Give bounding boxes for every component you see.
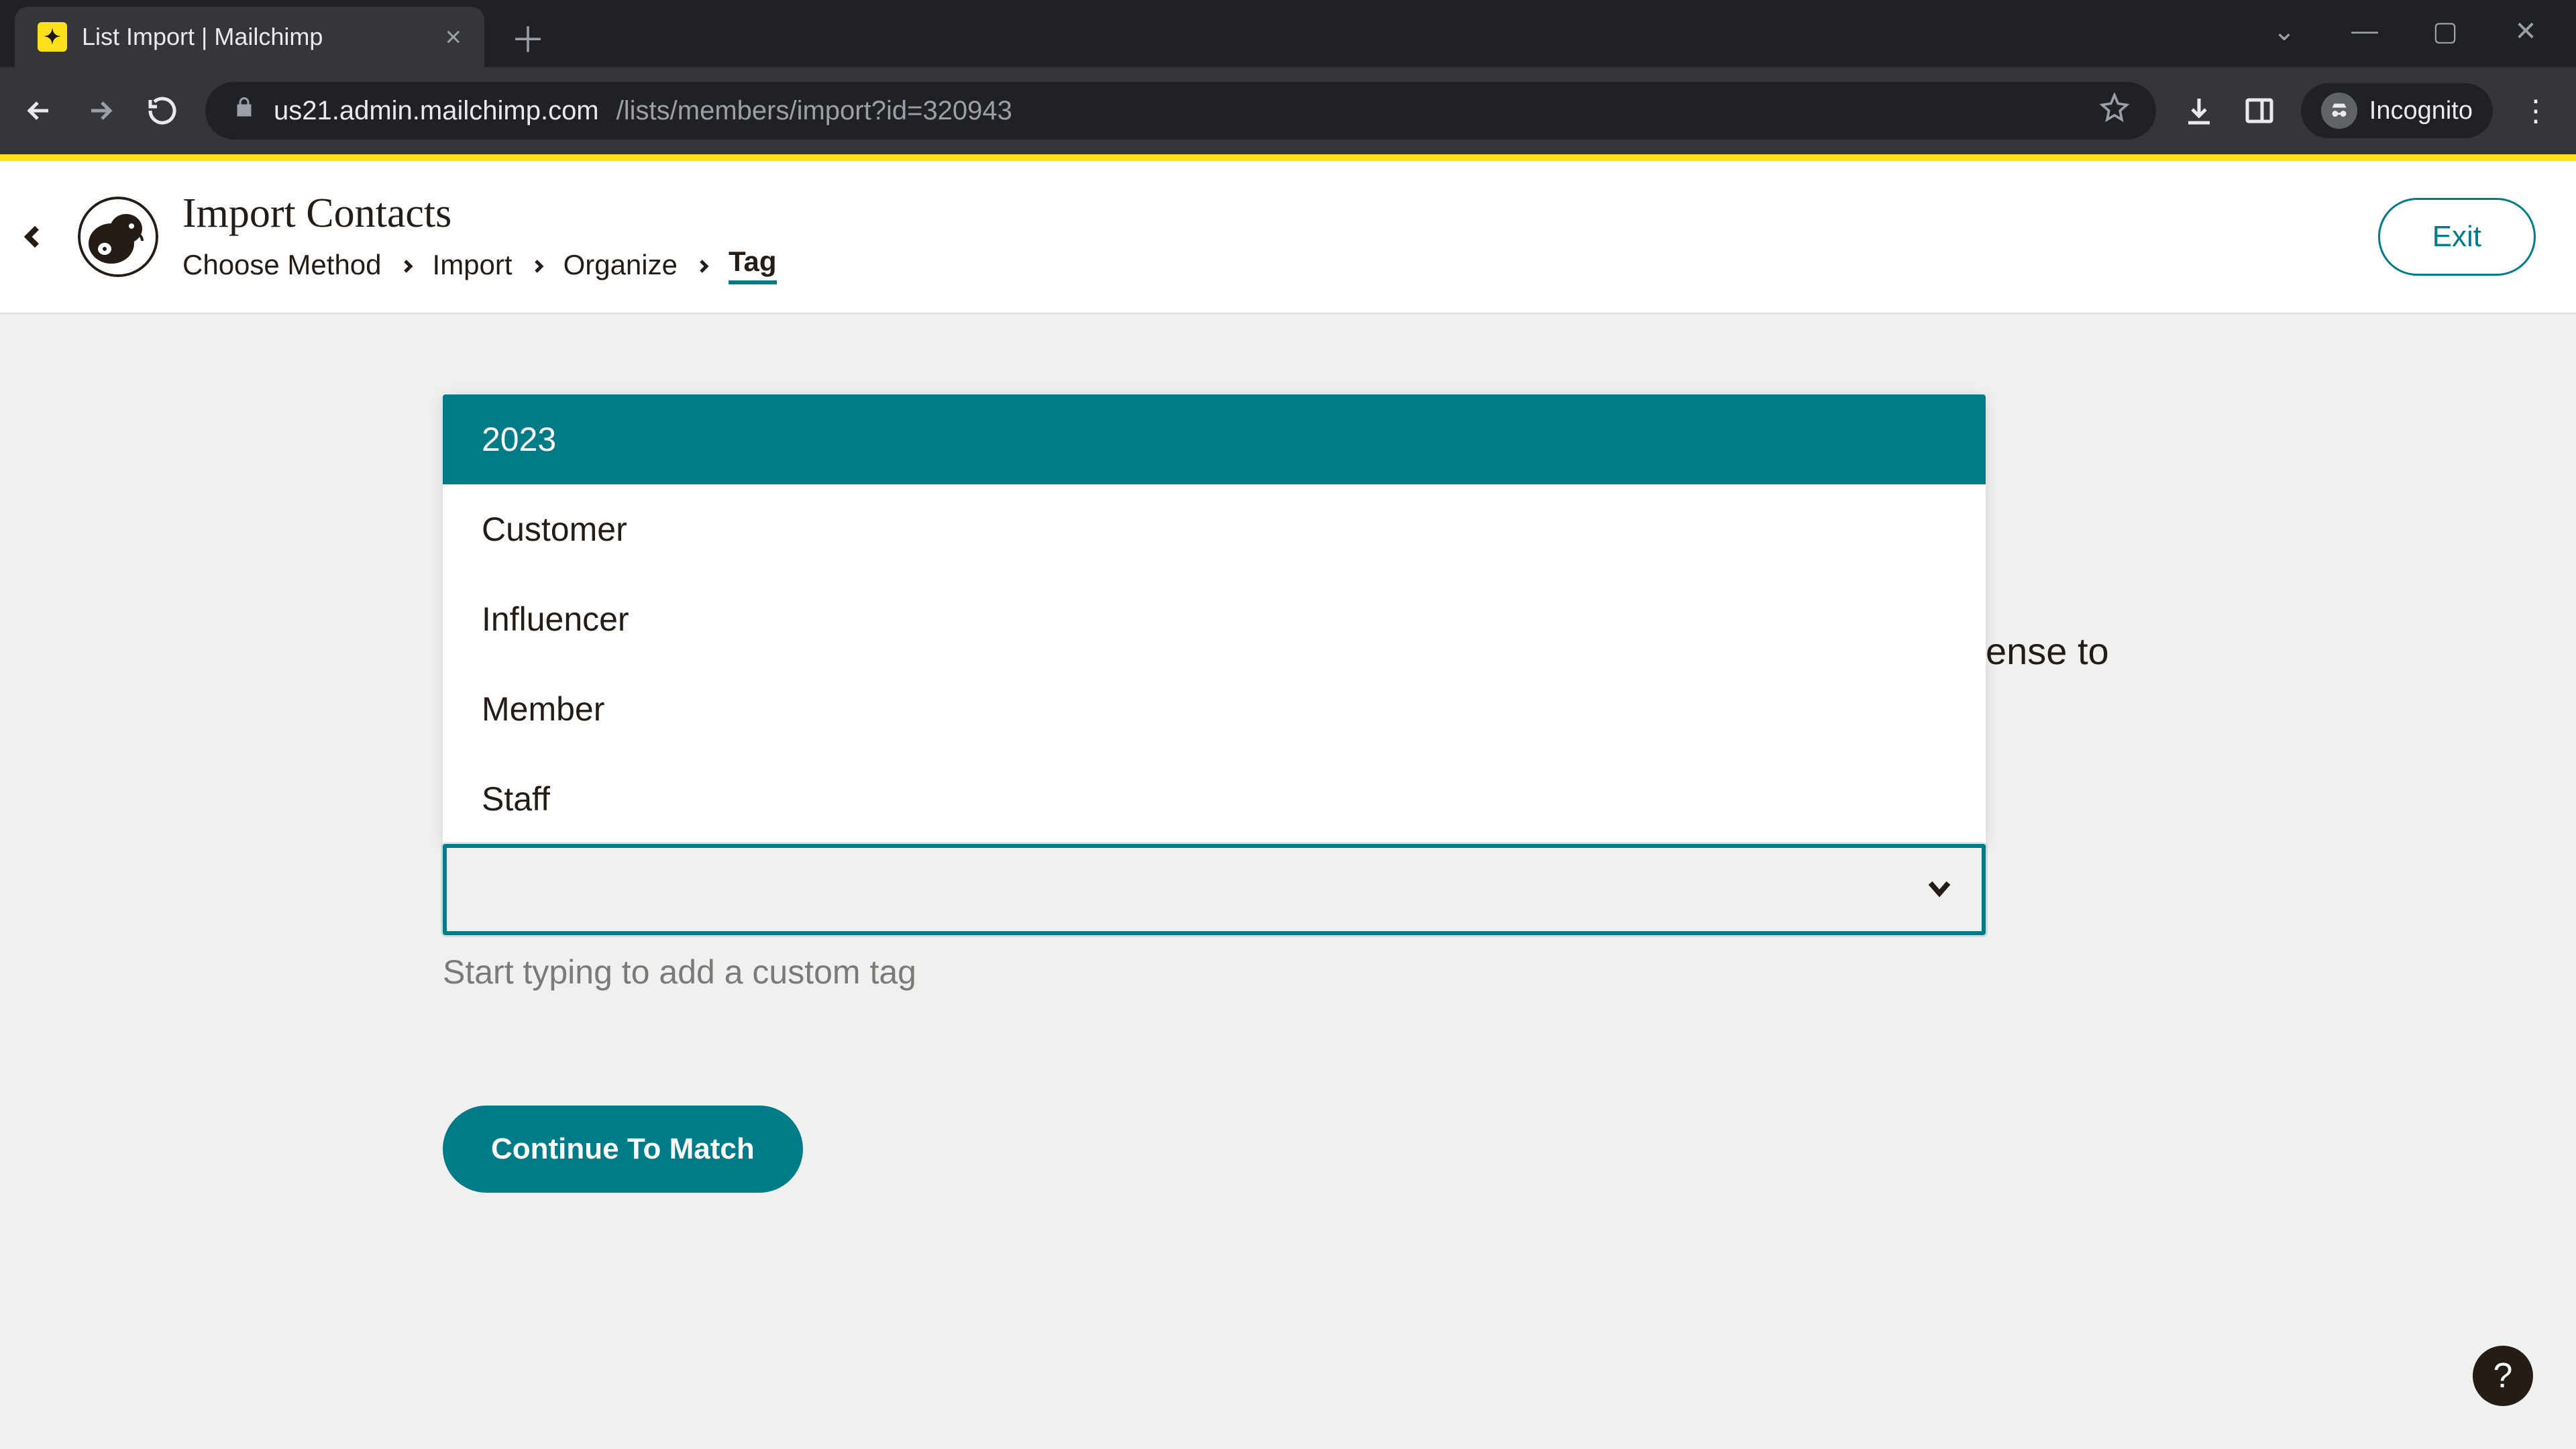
breadcrumb: Choose Method Import Organize Tag [182, 246, 777, 284]
browser-tab[interactable]: ✦ List Import | Mailchimp × [15, 7, 484, 67]
incognito-badge[interactable]: Incognito [2301, 83, 2493, 138]
chevron-right-icon [695, 249, 711, 281]
brand-stripe [0, 154, 2576, 161]
header-back-icon[interactable] [13, 217, 54, 257]
tabs-dropdown-icon[interactable]: ⌄ [2267, 16, 2301, 47]
tag-dropdown-listbox[interactable]: 2023CustomerInfluencerMemberStaff [443, 394, 1986, 844]
tag-option[interactable]: Member [443, 664, 1986, 754]
tab-title: List Import | Mailchimp [82, 23, 430, 51]
app-header: Import Contacts Choose Method Import Organ… [0, 161, 2576, 314]
tag-option[interactable]: Staff [443, 754, 1986, 844]
mailchimp-favicon: ✦ [38, 22, 67, 52]
browser-toolbar: us21.admin.mailchimp.com/lists/members/i… [0, 67, 2576, 154]
window-controls: ⌄ ― ▢ ✕ [2267, 16, 2576, 67]
incognito-avatar-icon [2321, 93, 2357, 129]
chevron-right-icon [530, 249, 546, 281]
new-tab-button[interactable]: ＋ [504, 13, 551, 60]
browser-forward-icon[interactable] [82, 92, 119, 129]
breadcrumb-step[interactable]: Tag [729, 246, 777, 284]
url-path: /lists/members/import?id=320943 [616, 96, 1012, 126]
tag-helper-text: Start typing to add a custom tag [443, 953, 2133, 991]
tag-option[interactable]: Customer [443, 484, 1986, 574]
close-window-icon[interactable]: ✕ [2509, 16, 2542, 47]
breadcrumb-step[interactable]: Import [433, 249, 513, 281]
page-viewport: Import Contacts Choose Method Import Organ… [0, 154, 2576, 1449]
chevron-right-icon [399, 249, 415, 281]
page-title: Import Contacts [182, 190, 777, 237]
lock-icon [232, 95, 256, 126]
minimize-icon[interactable]: ― [2348, 16, 2381, 47]
downloads-icon[interactable] [2180, 92, 2218, 129]
exit-button[interactable]: Exit [2378, 198, 2536, 276]
browser-reload-icon[interactable] [144, 92, 181, 129]
sidepanel-icon[interactable] [2241, 92, 2278, 129]
mailchimp-logo[interactable] [78, 197, 158, 277]
incognito-label: Incognito [2369, 97, 2473, 125]
help-fab[interactable]: ? [2473, 1346, 2533, 1406]
tag-option[interactable]: Influencer [443, 574, 1986, 664]
continue-button[interactable]: Continue To Match [443, 1106, 803, 1193]
url-host: us21.admin.mailchimp.com [274, 96, 599, 126]
tag-input[interactable] [474, 871, 1924, 908]
close-tab-icon[interactable]: × [445, 23, 462, 51]
browser-back-icon[interactable] [20, 92, 58, 129]
tag-combobox[interactable] [443, 844, 1986, 935]
browser-tabstrip: ✦ List Import | Mailchimp × ＋ ⌄ ― ▢ ✕ [0, 0, 2576, 67]
maximize-icon[interactable]: ▢ [2428, 16, 2462, 47]
breadcrumb-step[interactable]: Organize [564, 249, 678, 281]
browser-omnibox[interactable]: us21.admin.mailchimp.com/lists/members/i… [205, 82, 2156, 140]
bookmark-star-icon[interactable] [2100, 93, 2129, 129]
tag-option[interactable]: 2023 [443, 394, 1986, 484]
breadcrumb-step[interactable]: Choose Method [182, 249, 382, 281]
content-scroll[interactable]: ense to 2023CustomerInfluencerMemberStaf… [0, 314, 2576, 1449]
browser-menu-icon[interactable]: ⋮ [2516, 94, 2556, 128]
chevron-down-icon[interactable] [1924, 873, 1955, 907]
